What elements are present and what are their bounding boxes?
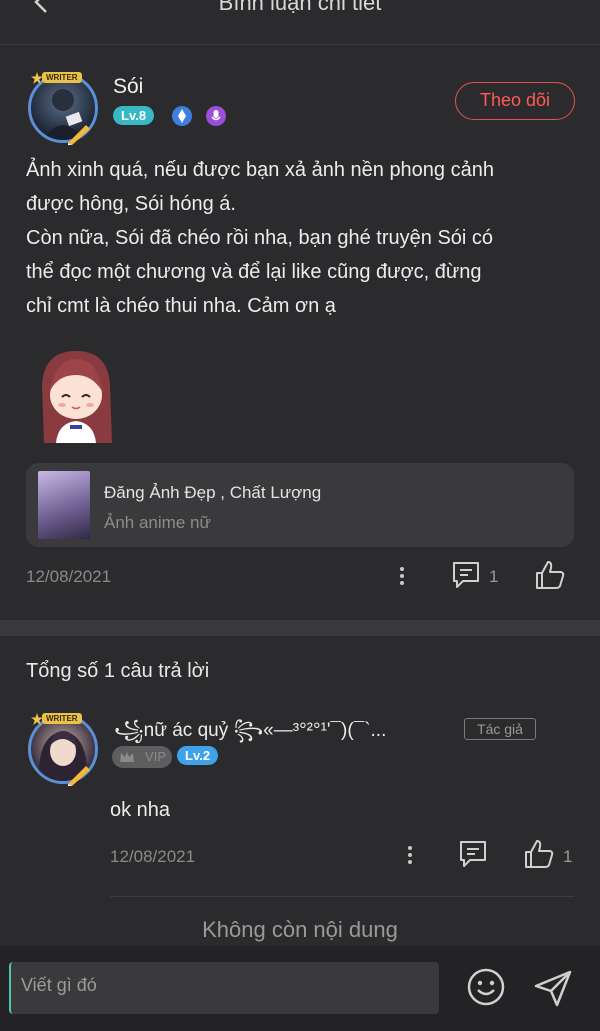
follow-button[interactable]: Theo dõi bbox=[455, 82, 575, 120]
crown-icon bbox=[120, 752, 134, 762]
send-icon[interactable] bbox=[533, 968, 573, 1008]
like-icon[interactable] bbox=[523, 838, 555, 870]
story-title: Đăng Ảnh Đẹp , Chất Lượng bbox=[104, 483, 322, 502]
pen-icon bbox=[68, 125, 90, 145]
no-more-content: Không còn nội dung bbox=[202, 917, 398, 942]
linked-story-card[interactable]: Đăng Ảnh Đẹp , Chất Lượng Ảnh anime nữ bbox=[26, 463, 574, 547]
vip-label: VIP bbox=[145, 749, 166, 764]
reply-body: ok nha bbox=[110, 799, 171, 821]
header-bar: Bình luận chi tiết bbox=[0, 0, 600, 45]
emoji-icon[interactable] bbox=[466, 967, 506, 1007]
writer-frame-badge: WRITER bbox=[42, 713, 82, 724]
comment-icon[interactable] bbox=[458, 839, 488, 869]
level-badge: Lv.2 bbox=[177, 746, 219, 765]
star-icon bbox=[31, 713, 43, 725]
author-tag: Tác giả bbox=[464, 718, 536, 740]
comment-line: Còn nữa, Sói đã chéo rồi nha, bạn ghé tr… bbox=[26, 227, 494, 249]
replies-section: Tổng số 1 câu trả lời WRITER ꧁nữ ác quỷ … bbox=[0, 636, 600, 946]
comment-date: 12/08/2021 bbox=[26, 567, 112, 586]
main-comment: WRITER Sói Lv.8 Theo dõi Ảnh xinh quá, n… bbox=[0, 45, 600, 620]
reply-date: 12/08/2021 bbox=[110, 847, 196, 866]
diamond-badge-icon bbox=[172, 106, 192, 126]
replies-total: Tổng số 1 câu trả lời bbox=[26, 660, 210, 682]
comment-line: được hông, Sói hóng á. bbox=[26, 193, 236, 215]
mic-badge-icon bbox=[206, 106, 226, 126]
comment-body: Ảnh xinh quá, nếu được bạn xả ảnh nền ph… bbox=[26, 153, 576, 323]
comment-icon[interactable] bbox=[451, 560, 481, 590]
star-icon bbox=[31, 72, 43, 84]
pen-icon bbox=[68, 766, 90, 786]
reply-separator bbox=[110, 896, 574, 897]
writer-frame-badge: WRITER bbox=[42, 72, 82, 83]
story-category: Ảnh anime nữ bbox=[104, 513, 211, 532]
comment-input[interactable]: Viết gì đó bbox=[9, 962, 439, 1014]
comment-composer: Viết gì đó bbox=[0, 946, 600, 1031]
level-badge: Lv.8 bbox=[113, 106, 155, 125]
story-thumbnail bbox=[38, 471, 90, 539]
like-icon[interactable] bbox=[534, 559, 566, 591]
comment-line: chỉ cmt là chéo thui nha. Cảm ơn ạ bbox=[26, 295, 336, 317]
page-title: Bình luận chi tiết bbox=[218, 0, 382, 15]
section-divider bbox=[0, 620, 600, 636]
comment-username[interactable]: Sói bbox=[113, 75, 143, 99]
anime-girl-sticker-icon bbox=[42, 351, 112, 443]
like-count: 1 bbox=[563, 847, 573, 866]
more-options-icon[interactable] bbox=[398, 565, 406, 587]
comment-line: thể đọc một chương và để lại like cũng đ… bbox=[26, 261, 482, 283]
comment-line: Ảnh xinh quá, nếu được bạn xả ảnh nền ph… bbox=[26, 159, 494, 181]
reply-count: 1 bbox=[489, 567, 499, 586]
more-options-icon[interactable] bbox=[406, 844, 414, 866]
vip-badge: VIP bbox=[112, 746, 172, 768]
